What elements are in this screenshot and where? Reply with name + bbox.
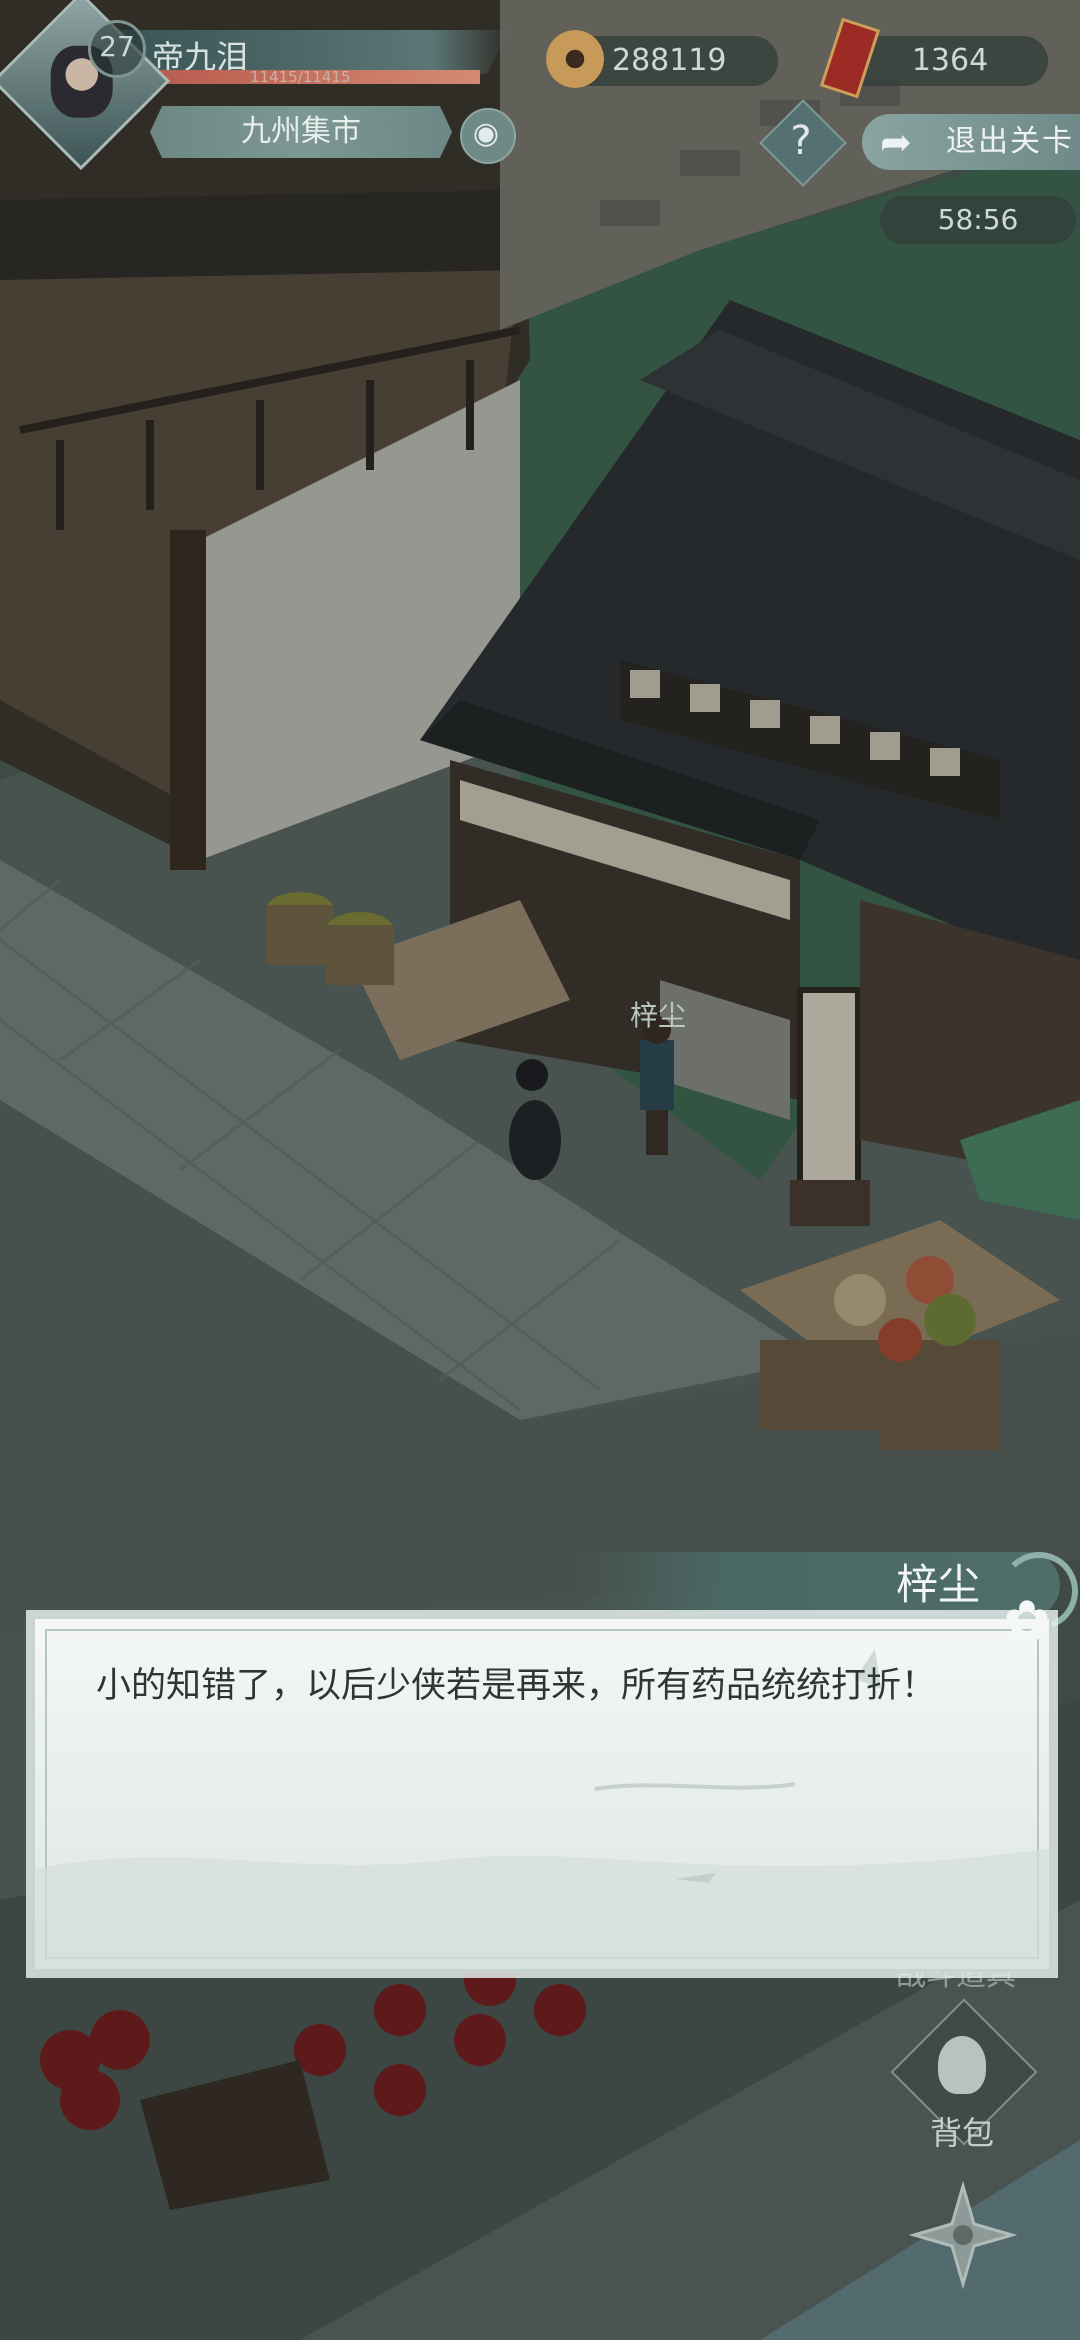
level-timer: 58:56	[880, 196, 1076, 244]
npc-name-label[interactable]: 梓尘	[630, 994, 686, 1034]
dialog-speaker-name: 梓尘	[895, 1560, 980, 1609]
bag-icon	[938, 2036, 986, 2094]
eye-icon: ◉	[472, 116, 500, 151]
question-icon: ?	[790, 118, 812, 164]
shuriken-icon	[908, 2180, 1018, 2290]
hp-text: 11415/11415	[250, 68, 351, 86]
bag-label[interactable]: 背包	[924, 2108, 1000, 2154]
exit-arrow-icon: ➦	[880, 120, 912, 164]
player-level: 27	[88, 20, 146, 78]
skill-button[interactable]	[908, 2180, 1018, 2290]
copper-coin-icon	[546, 30, 604, 88]
top-hud: 帝九泪 11415/11415 27 九州集市 ◉ 288119 1364 ? …	[0, 0, 1080, 260]
location-name: 九州集市	[241, 114, 361, 149]
exit-level-label: 退出关卡	[946, 124, 1074, 159]
lotus-icon: ✿	[1003, 1589, 1051, 1654]
dialog-text: 小的知错了，以后少侠若是再来，所有药品统统打折！	[96, 1666, 937, 1706]
avatar[interactable]	[0, 0, 171, 171]
token-amount: 1364	[911, 43, 989, 78]
coin-amount: 288119	[612, 43, 727, 78]
